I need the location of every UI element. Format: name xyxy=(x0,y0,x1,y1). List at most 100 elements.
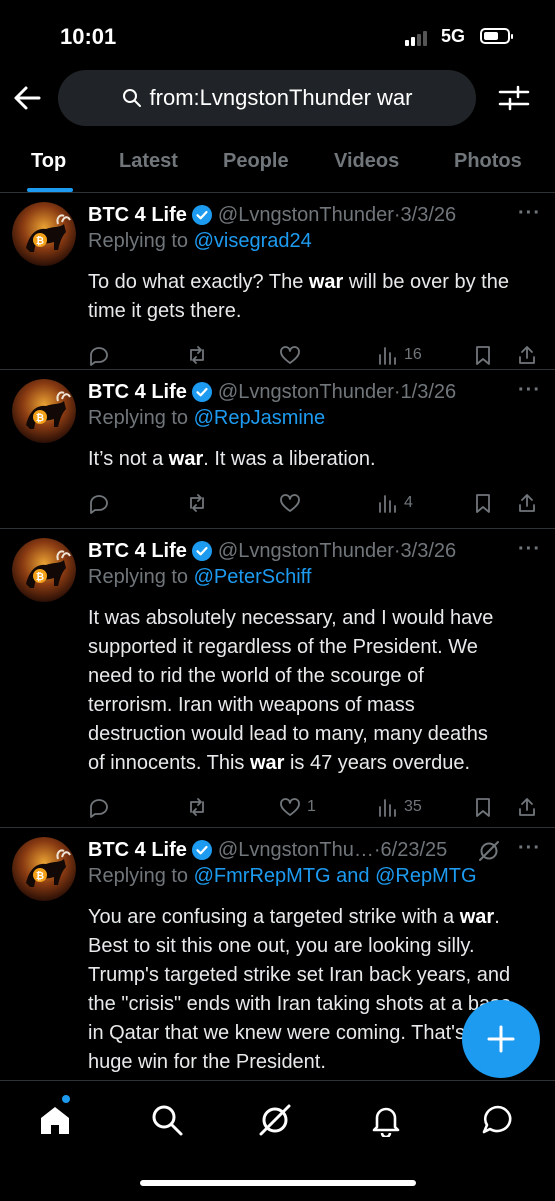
verified-badge-icon xyxy=(191,382,212,402)
more-options-icon[interactable]: ··· xyxy=(518,379,541,402)
separator-dot: · xyxy=(393,380,401,403)
signal-icon xyxy=(405,30,427,46)
share-icon xyxy=(519,494,535,512)
text-segment: destruction would lead to many, many dea… xyxy=(88,723,488,745)
views-count: 16 xyxy=(404,346,422,363)
text-segment: the "crisis" ends with Iran taking shots… xyxy=(88,993,512,1015)
like-icon xyxy=(280,798,300,816)
reply-mention-link[interactable]: @PeterSchiff xyxy=(194,566,312,588)
post[interactable]: ₿ BTC 4 Life @LvngstonThunder · 3/3/26 ··· Rep… xyxy=(0,192,555,370)
tab-latest[interactable]: Latest xyxy=(119,150,178,173)
display-name[interactable]: BTC 4 Life xyxy=(88,540,187,563)
share-icon xyxy=(519,346,535,364)
avatar[interactable]: ₿ xyxy=(12,379,76,443)
like-button[interactable] xyxy=(279,340,307,370)
post-text-line: destruction would lead to many, many dea… xyxy=(88,720,548,749)
views-button[interactable]: 35 xyxy=(376,792,422,822)
avatar[interactable]: ₿ xyxy=(12,837,76,901)
share-button[interactable] xyxy=(516,340,538,370)
post-text: To do what exactly? The war will be over… xyxy=(88,268,548,326)
username[interactable]: @LvngstonThunder xyxy=(218,540,394,563)
like-button[interactable]: 1 xyxy=(279,792,316,822)
text-segment: terrorism. Iran with weapons of mass xyxy=(88,694,415,716)
messages-icon[interactable] xyxy=(481,1103,515,1137)
share-button[interactable] xyxy=(516,488,538,518)
bookmark-button[interactable] xyxy=(472,488,494,518)
more-options-icon[interactable]: ··· xyxy=(518,837,541,860)
like-icon xyxy=(280,346,300,364)
svg-text:₿: ₿ xyxy=(36,412,44,424)
display-name[interactable]: BTC 4 Life xyxy=(88,839,187,862)
post-date[interactable]: 3/3/26 xyxy=(401,204,457,227)
like-icon xyxy=(280,494,300,512)
compose-button[interactable] xyxy=(462,1000,540,1078)
share-button[interactable] xyxy=(516,792,538,822)
avatar[interactable]: ₿ xyxy=(12,538,76,602)
post-date[interactable]: 6/23/25 xyxy=(381,839,448,862)
home-indicator xyxy=(140,1180,416,1186)
post-text-line: of innocents. This war is 47 years overd… xyxy=(88,749,548,778)
like-button[interactable] xyxy=(279,488,307,518)
post-text-line: It was absolutely necessary, and I would… xyxy=(88,604,548,633)
grok-icon[interactable] xyxy=(258,1103,292,1137)
post[interactable]: ₿ BTC 4 Life @LvngstonThunder · 3/3/26 ··· Rep… xyxy=(0,528,555,828)
likes-count: 1 xyxy=(307,798,316,815)
username[interactable]: @LvngstonThu… xyxy=(218,839,374,862)
username[interactable]: @LvngstonThunder xyxy=(218,204,394,227)
post-text-line: Best to sit this one out, you are lookin… xyxy=(88,932,548,961)
reply-button[interactable] xyxy=(88,488,110,518)
filter-settings-icon[interactable] xyxy=(498,84,530,112)
display-name[interactable]: BTC 4 Life xyxy=(88,381,187,404)
replying-to: Replying to @RepJasmine xyxy=(88,407,325,430)
verified-badge-icon xyxy=(191,840,212,860)
text-segment: supported it regardless of the President… xyxy=(88,636,478,658)
post-date[interactable]: 3/3/26 xyxy=(401,540,457,563)
more-options-icon[interactable]: ··· xyxy=(518,202,541,225)
tab-photos[interactable]: Photos xyxy=(454,150,522,173)
status-bar: 10:01 5G xyxy=(0,0,555,62)
reply-mention-link[interactable]: @RepJasmine xyxy=(194,407,325,429)
reply-mention-link[interactable]: @visegrad24 xyxy=(194,230,312,252)
repost-button[interactable] xyxy=(186,792,208,822)
views-button[interactable]: 4 xyxy=(376,488,413,518)
replying-label: Replying to xyxy=(88,566,189,588)
tab-top[interactable]: Top xyxy=(31,150,66,173)
home-icon[interactable] xyxy=(38,1103,72,1137)
post-text-line: To do what exactly? The war will be over… xyxy=(88,268,548,297)
bookmark-button[interactable] xyxy=(472,792,494,822)
reply-button[interactable] xyxy=(88,340,110,370)
separator-dot: · xyxy=(373,838,381,861)
search-icon[interactable] xyxy=(150,1103,184,1137)
post-actions: 16 xyxy=(88,340,543,370)
separator-dot: · xyxy=(393,539,401,562)
replying-to: Replying to @visegrad24 xyxy=(88,230,312,253)
repost-button[interactable] xyxy=(186,488,208,518)
username[interactable]: @LvngstonThunder xyxy=(218,381,394,404)
text-segment: It was absolutely necessary, and I would… xyxy=(88,607,494,629)
repost-button[interactable] xyxy=(186,340,208,370)
avatar[interactable]: ₿ xyxy=(12,202,76,266)
reply-mention-link[interactable]: @FmrRepMTG and @RepMTG xyxy=(194,865,477,887)
post[interactable]: ₿ BTC 4 Life @LvngstonThunder · 1/3/26 ··· Rep… xyxy=(0,369,555,529)
views-count: 4 xyxy=(404,494,413,511)
bookmark-icon xyxy=(476,346,490,365)
views-button[interactable]: 16 xyxy=(376,340,422,370)
highlighted-term: war xyxy=(459,906,495,928)
search-input[interactable]: from:LvngstonThunder war xyxy=(58,70,476,126)
notifications-icon[interactable] xyxy=(369,1103,403,1137)
post-text-line: terrorism. Iran with weapons of mass xyxy=(88,691,548,720)
more-options-icon[interactable]: ··· xyxy=(518,538,541,561)
text-segment: is 47 years overdue. xyxy=(284,752,471,774)
tab-videos[interactable]: Videos xyxy=(334,150,399,173)
text-segment: will be over by the xyxy=(343,271,509,293)
grok-icon[interactable] xyxy=(477,839,501,863)
bookmark-button[interactable] xyxy=(472,340,494,370)
reply-button[interactable] xyxy=(88,792,110,822)
post-date[interactable]: 1/3/26 xyxy=(401,381,457,404)
display-name[interactable]: BTC 4 Life xyxy=(88,204,187,227)
verified-badge-icon xyxy=(191,541,212,561)
back-arrow-icon[interactable] xyxy=(12,84,42,112)
tab-people[interactable]: People xyxy=(223,150,289,173)
text-segment: time it gets there. xyxy=(88,300,242,322)
plus-icon xyxy=(487,1025,515,1053)
